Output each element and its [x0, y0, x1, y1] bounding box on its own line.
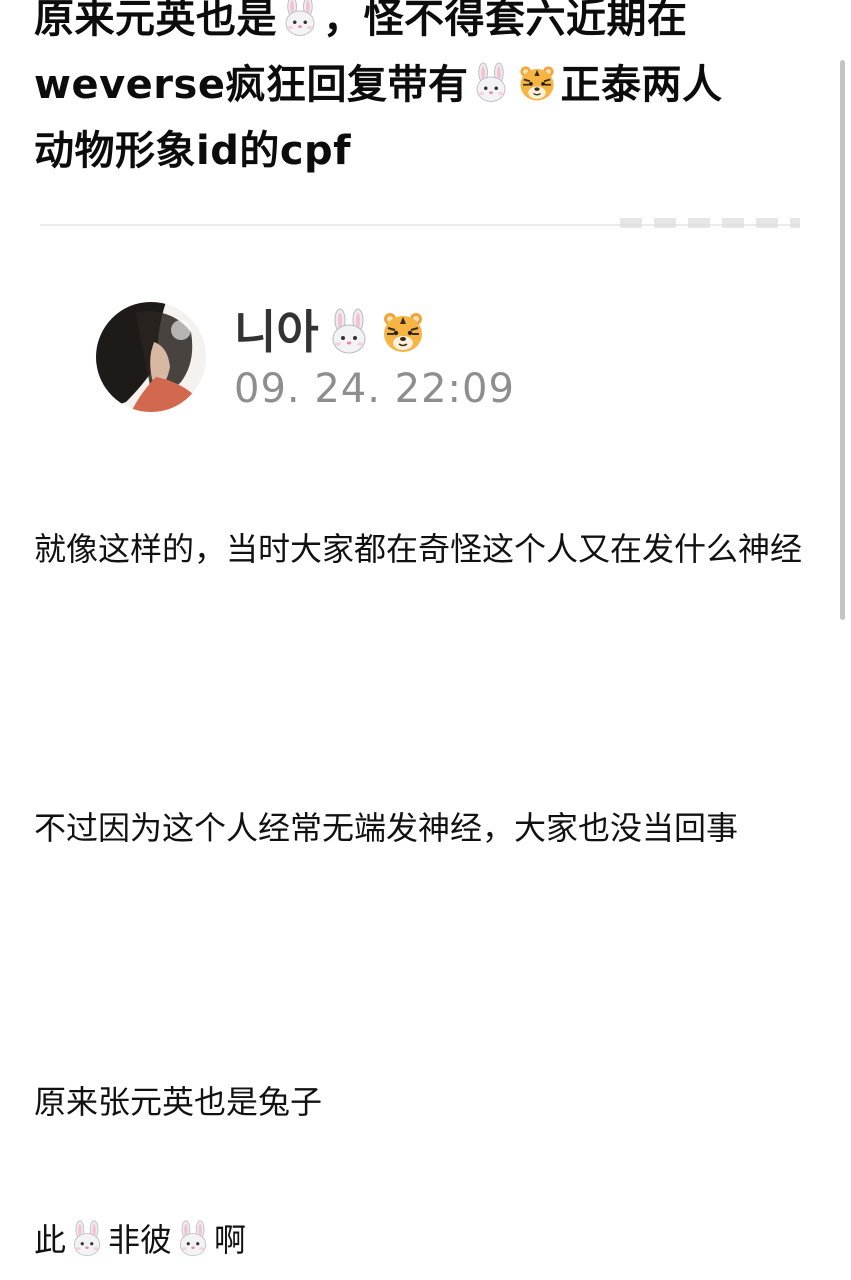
blurred-header-text — [620, 218, 800, 228]
paragraph-text: 啊 — [214, 1221, 247, 1259]
rabbit-face-icon — [174, 1220, 212, 1258]
paragraph: 就像这样的，当时大家都在奇怪这个人又在发什么神经 — [34, 530, 803, 568]
post-title-text: ，怪不得套六近期在 — [323, 0, 688, 42]
avatar[interactable] — [96, 302, 206, 412]
post-title-text: weverse疯狂回复带有 — [34, 62, 469, 108]
username-text: 니아 — [234, 305, 319, 359]
post-title: 原来元英也是 ，怪不得套六近期在 weverse疯狂回复带有 正泰两人 动物形象id… — [34, 0, 824, 184]
post-title-line-3: 动物形象id的cpf — [34, 118, 824, 184]
post-title-text: 原来元英也是 — [34, 0, 277, 42]
rabbit-face-icon — [68, 1220, 106, 1258]
paragraph: 原来张元英也是兔子 — [34, 1083, 323, 1121]
tiger-face-icon — [379, 308, 427, 356]
paragraph-text: 非彼 — [108, 1221, 173, 1259]
paragraph: 不过因为这个人经常无端发神经，大家也没当回事 — [34, 809, 739, 847]
paragraph: 此 非彼 啊 — [34, 1206, 824, 1274]
post-title-line-1: 原来元英也是 ，怪不得套六近期在 — [34, 0, 824, 52]
embedded-screenshot: 니아 09. 24. 22:09 — [40, 218, 810, 448]
embed-username: 니아 — [234, 304, 427, 360]
post-title-line-2: weverse疯狂回复带有 正泰两人 — [34, 52, 824, 118]
scrollbar[interactable] — [840, 60, 845, 620]
paragraph-text: 此 — [34, 1221, 67, 1259]
rabbit-face-icon — [279, 0, 321, 38]
post-title-text: 动物形象id的cpf — [34, 128, 352, 174]
tiger-face-icon — [516, 62, 558, 104]
post-title-text: 正泰两人 — [560, 62, 723, 108]
rabbit-face-icon — [470, 62, 512, 104]
embed-timestamp: 09. 24. 22:09 — [234, 366, 515, 412]
rabbit-face-icon — [325, 308, 373, 356]
